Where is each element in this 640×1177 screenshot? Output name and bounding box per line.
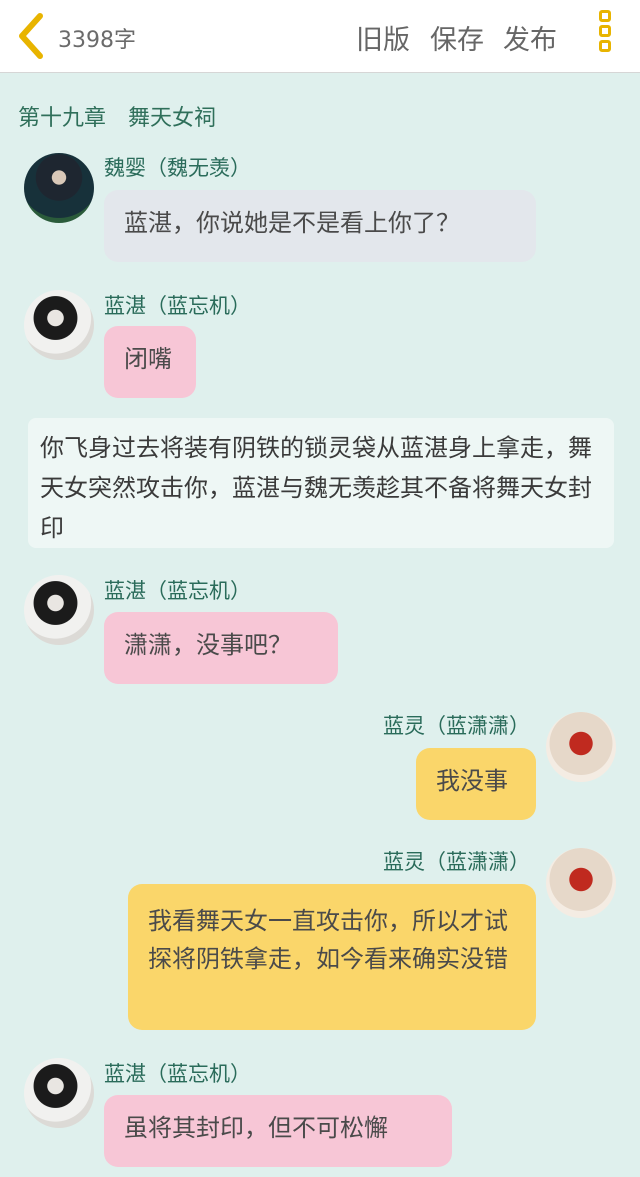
publish-button[interactable]: 发布 [503,18,557,57]
avatar-lan-ling[interactable] [546,712,616,782]
avatar-lan-zhan[interactable] [24,1058,94,1128]
top-bar: 3398字 旧版 保存 发布 [0,0,640,73]
message-bubble[interactable]: 虽将其封印，但不可松懈 [104,1095,452,1167]
more-menu-icon[interactable] [592,10,618,62]
sender-name: 蓝灵（蓝潇潇） [383,850,530,874]
save-button[interactable]: 保存 [430,18,484,57]
word-count: 3398字 [58,28,136,53]
sender-name: 蓝湛（蓝忘机） [104,1062,251,1086]
back-chevron-icon[interactable] [14,12,50,60]
narration-block[interactable]: 你飞身过去将装有阴铁的锁灵袋从蓝湛身上拿走，舞天女突然攻击你，蓝湛与魏无羡趁其不… [28,418,614,548]
avatar-lan-zhan[interactable] [24,290,94,360]
avatar-lan-zhan[interactable] [24,575,94,645]
sender-name: 蓝湛（蓝忘机） [104,579,251,603]
message-bubble[interactable]: 潇潇，没事吧？ [104,612,338,684]
message-bubble[interactable]: 闭嘴 [104,326,196,398]
message-bubble[interactable]: 我没事 [416,748,536,820]
avatar-wei-ying[interactable] [24,153,94,223]
sender-name: 蓝灵（蓝潇潇） [383,714,530,738]
old-version-button[interactable]: 旧版 [356,18,410,57]
message-bubble[interactable]: 蓝湛，你说她是不是看上你了？ [104,190,536,262]
message-bubble[interactable]: 我看舞天女一直攻击你，所以才试探将阴铁拿走，如今看来确实没错 [128,884,536,1030]
chapter-title: 第十九章 舞天女祠 [18,106,217,131]
sender-name: 蓝湛（蓝忘机） [104,294,251,318]
avatar-lan-ling[interactable] [546,848,616,918]
sender-name: 魏婴（魏无羡） [104,156,251,180]
